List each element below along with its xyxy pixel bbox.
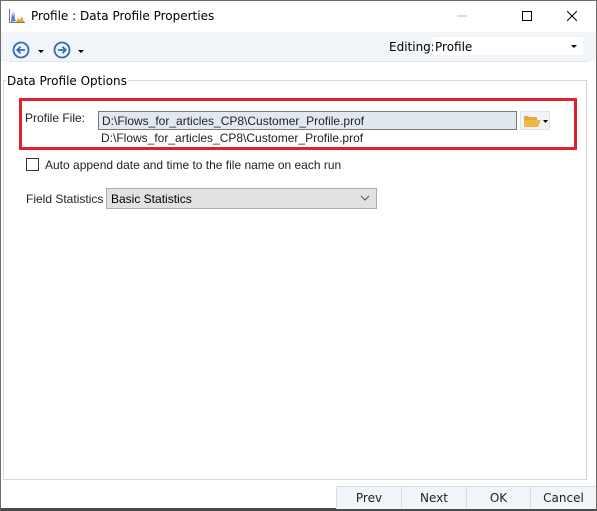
- close-icon: [567, 11, 577, 21]
- chevron-down-icon: [571, 45, 577, 48]
- dialog-window: Profile : Data Profile Properties Editin…: [0, 0, 597, 511]
- forward-dropdown-icon[interactable]: [78, 50, 84, 53]
- field-statistics-label: Field Statistics :: [26, 192, 111, 206]
- title-bar: Profile : Data Profile Properties: [1, 1, 596, 32]
- forward-icon[interactable]: [53, 41, 71, 59]
- maximize-icon: [522, 11, 532, 21]
- footer-button-bar: Prev Next OK Cancel: [1, 485, 596, 509]
- editing-select[interactable]: Profile: [433, 37, 583, 55]
- maximize-button[interactable]: [504, 1, 550, 31]
- close-button[interactable]: [549, 1, 595, 31]
- profile-file-input[interactable]: D:\Flows_for_articles_CP8\Customer_Profi…: [98, 111, 517, 130]
- profile-file-resolved-path: D:\Flows_for_articles_CP8\Customer_Profi…: [101, 131, 364, 145]
- toolbar-divider: [9, 61, 589, 62]
- editing-label: Editing:: [389, 40, 435, 54]
- toolbar: Editing: Profile: [1, 32, 596, 61]
- auto-append-label[interactable]: Auto append date and time to the file na…: [45, 158, 341, 172]
- editing-value: Profile: [435, 40, 473, 54]
- prev-button[interactable]: Prev: [336, 486, 401, 509]
- minimize-icon: [457, 15, 467, 17]
- profile-chart-icon: [9, 9, 25, 23]
- chevron-down-icon: [360, 195, 370, 201]
- cancel-button[interactable]: Cancel: [530, 486, 596, 509]
- field-statistics-value: Basic Statistics: [111, 192, 192, 206]
- back-dropdown-icon[interactable]: [38, 50, 44, 53]
- profile-file-label: Profile File:: [25, 111, 86, 125]
- back-icon[interactable]: [12, 41, 30, 59]
- minimize-button[interactable]: [439, 1, 485, 31]
- window-title: Profile : Data Profile Properties: [31, 9, 215, 23]
- field-statistics-select[interactable]: Basic Statistics: [106, 188, 377, 209]
- ok-button[interactable]: OK: [466, 486, 530, 509]
- browse-button[interactable]: [520, 111, 550, 130]
- folder-open-icon: [524, 116, 548, 127]
- auto-append-checkbox[interactable]: [26, 158, 39, 171]
- group-title: Data Profile Options: [6, 74, 128, 88]
- next-button[interactable]: Next: [401, 486, 466, 509]
